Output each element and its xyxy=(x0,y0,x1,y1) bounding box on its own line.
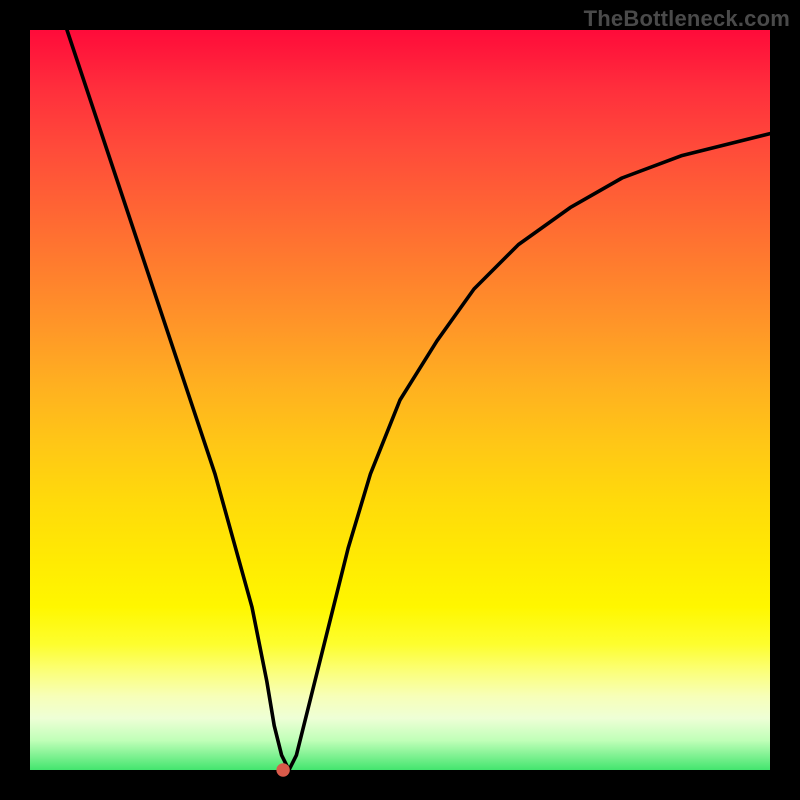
plot-area xyxy=(30,30,770,770)
bottleneck-curve xyxy=(67,30,770,770)
watermark-text: TheBottleneck.com xyxy=(584,6,790,32)
chart-frame: TheBottleneck.com xyxy=(0,0,800,800)
curve-layer xyxy=(30,30,770,770)
optimal-marker xyxy=(276,763,289,776)
